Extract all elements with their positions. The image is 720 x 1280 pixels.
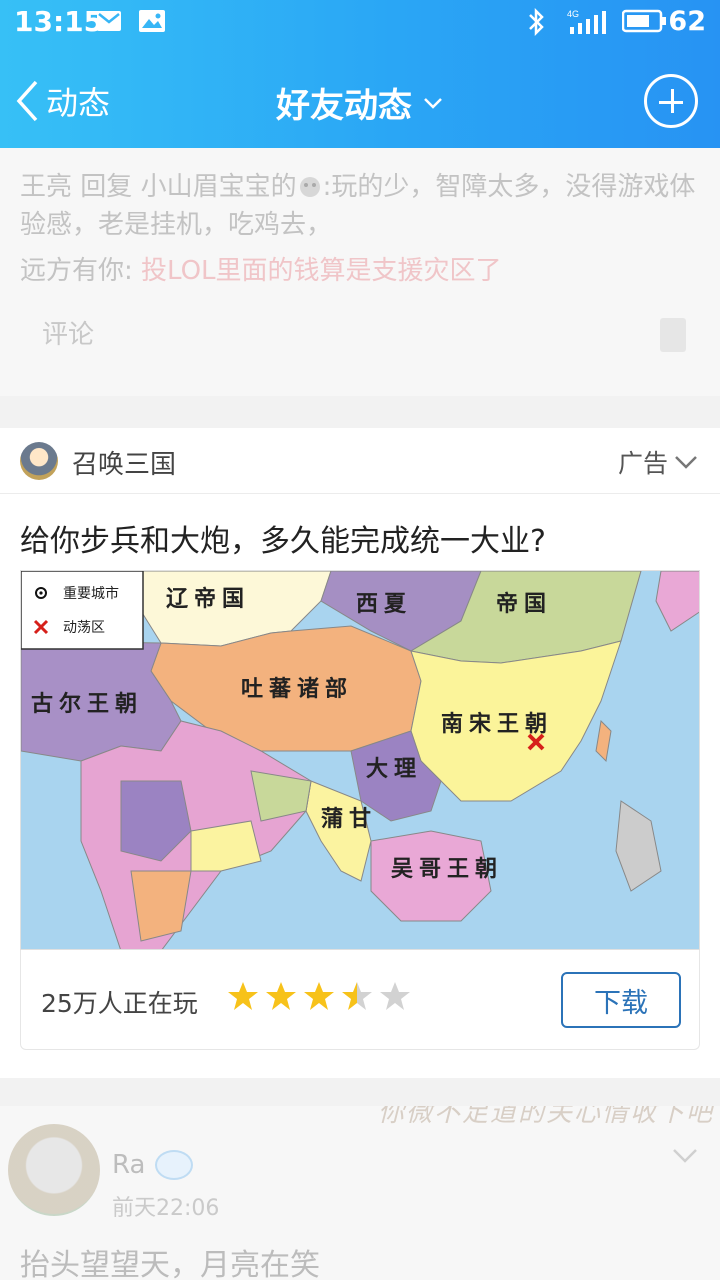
app-name[interactable]: 召唤三国 (72, 444, 176, 481)
status-time: 13:15 (14, 5, 104, 38)
map-region-label: 吐蕃诸部 (241, 676, 353, 702)
map-region-label: 大理 (366, 756, 422, 782)
post-date: 前天22:06 (112, 1196, 220, 1221)
battery-icon (622, 9, 666, 33)
next-post: 你微不足道的关心情收下吧 Ra 前天22:06 抬头望望天，月亮在笑 (0, 1106, 720, 1280)
post-content: 抬头望望天，月亮在笑 (20, 1248, 320, 1280)
app-avatar[interactable] (20, 442, 58, 480)
chevron-down-icon (675, 456, 697, 469)
battery-level: 62 (668, 6, 706, 37)
comment-button[interactable]: 评论 (42, 314, 94, 351)
reply-word: 回复 (80, 172, 133, 202)
map-legend (21, 571, 144, 650)
ad-headline[interactable]: 给你步兵和大炮，多久能完成统一大业? (20, 516, 546, 560)
star-icon (304, 982, 334, 1010)
vip-badge-icon (155, 1150, 194, 1180)
map-region-label: 南宋王朝 (441, 711, 553, 737)
user-name[interactable]: Ra (112, 1150, 145, 1180)
legend-city-label: 重要城市 (63, 585, 119, 602)
map-region-label: 帝国 (496, 591, 552, 617)
map-illustration: 辽帝国 西夏 帝国吐蕃诸部古尔王朝南宋王朝大理蒲甘吴哥王朝 重要城市 动荡区 (21, 571, 699, 949)
ad-footer: 25万人正在玩 下载 (20, 950, 700, 1050)
ad-label: 广告 (617, 449, 668, 478)
download-button[interactable]: 下载 (561, 972, 681, 1028)
reply-line-2: 远方有你: 投LOL里面的钱算是支援灾区了 (20, 250, 502, 287)
status-bar: 13:15 4G 62 (0, 0, 720, 44)
signature-text: 你微不足道的关心情收下吧 (377, 1106, 714, 1128)
image-icon (139, 10, 165, 32)
chevron-down-icon[interactable] (672, 1148, 698, 1164)
reply-author[interactable]: 王亮 (20, 172, 72, 202)
app-header: 13:15 4G 62 动态 好友动态 (0, 0, 720, 148)
map-region-label: 蒲甘 (321, 806, 377, 832)
legend-unrest-label: 动荡区 (63, 620, 105, 636)
user-row: Ra (112, 1150, 194, 1180)
add-post-button[interactable] (644, 74, 698, 128)
page-title-text: 好友动态 (276, 86, 412, 126)
mail-icon (97, 11, 121, 31)
reply2-author[interactable]: 远方有你: (20, 256, 133, 286)
ad-label-button[interactable]: 广告 (618, 444, 698, 480)
reply2-text: 投LOL里面的钱算是支援灾区了 (141, 256, 502, 286)
user-avatar[interactable] (8, 1124, 100, 1216)
star-icon (342, 982, 372, 1010)
signal-icon: 4G (567, 9, 606, 34)
map-region-label: 西夏 (356, 591, 412, 617)
map-region-label: 辽帝国 (166, 586, 250, 612)
map-region-label: 吴哥王朝 (391, 856, 503, 882)
ad-image-map[interactable]: 辽帝国 西夏 帝国吐蕃诸部古尔王朝南宋王朝 大理蒲甘 吴哥王朝 重要城市 动荡区 (20, 570, 700, 950)
map-region-label: 古尔王朝 (31, 691, 143, 717)
reply-target[interactable]: 小山眉宝宝的 (141, 172, 297, 202)
ad-card: 召唤三国 广告 给你步兵和大炮，多久能完成统一大业? 辽帝国 西夏 帝国 吐蕃诸… (0, 428, 720, 1078)
star-icon (266, 982, 296, 1010)
previous-post: 王亮 回复 小山眉宝宝的:玩的少，智障太多，没得游戏体验感，老是挂机，吃鸡去， … (0, 148, 720, 396)
delete-icon[interactable] (660, 318, 686, 352)
nav-bar: 动态 好友动态 (0, 56, 720, 146)
bluetooth-icon (529, 8, 544, 36)
rating-stars (227, 980, 411, 1012)
star-icon (228, 982, 258, 1010)
emoji-icon (299, 177, 320, 197)
players-count: 25万人正在玩 (41, 989, 198, 1018)
star-icon (380, 982, 410, 1010)
ad-header: 召唤三国 广告 (0, 428, 720, 494)
network-type: 4G (567, 9, 579, 19)
reply-line: 王亮 回复 小山眉宝宝的:玩的少，智障太多，没得游戏体验感，老是挂机，吃鸡去， (20, 168, 710, 244)
page-title[interactable]: 好友动态 (0, 78, 720, 127)
chevron-down-icon (424, 97, 442, 109)
